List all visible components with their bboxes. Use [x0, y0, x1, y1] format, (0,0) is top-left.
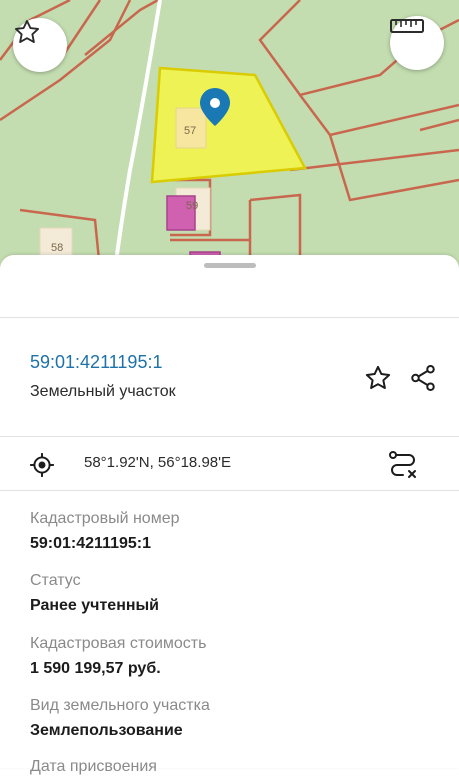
parcel-label-57: 57: [184, 125, 196, 137]
detail-label-cadastral-value: Кадастровая стоимость: [30, 635, 207, 652]
ruler-map-button[interactable]: [390, 16, 444, 70]
favorite-map-button[interactable]: [13, 18, 67, 72]
route-button[interactable]: [386, 449, 420, 481]
my-location-button[interactable]: [28, 451, 56, 479]
parcel-label-58: 58: [51, 242, 63, 254]
detail-label-parcel-kind: Вид земельного участка: [30, 697, 210, 714]
detail-value-cadastral-value: 1 590 199,57 руб.: [30, 660, 161, 677]
route-icon: [389, 451, 416, 478]
divider: [0, 490, 459, 491]
favorite-button[interactable]: [362, 362, 394, 394]
crosshair-icon: [30, 453, 54, 477]
object-type-label: Земельный участок: [30, 383, 176, 400]
map-view[interactable]: 57 59 58: [0, 0, 459, 270]
parcel-label-59: 59: [186, 200, 198, 212]
detail-value-parcel-kind: Землепользование: [30, 722, 183, 739]
share-icon: [411, 365, 435, 391]
cadastral-number-link[interactable]: 59:01:4211195:1: [30, 352, 162, 373]
star-icon: [14, 19, 40, 43]
coordinates-text[interactable]: 58°1.92'N, 56°18.98'E: [84, 454, 231, 471]
detail-value-status: Ранее учтенный: [30, 597, 160, 614]
share-button[interactable]: [406, 361, 440, 395]
star-icon: [365, 365, 391, 390]
sheet-drag-handle[interactable]: [204, 263, 256, 268]
detail-value-cadastral-number: 59:01:4211195:1: [30, 535, 151, 552]
detail-label-status: Статус: [30, 572, 81, 589]
ruler-icon: [390, 19, 424, 33]
detail-label-cadastral-number: Кадастровый номер: [30, 510, 180, 527]
divider: [0, 436, 459, 437]
divider: [0, 317, 459, 318]
detail-label-assignment-date: Дата присвоения: [30, 758, 157, 775]
info-bottom-sheet: 59:01:4211195:1 Земельный участок 58°1.9…: [0, 255, 459, 775]
